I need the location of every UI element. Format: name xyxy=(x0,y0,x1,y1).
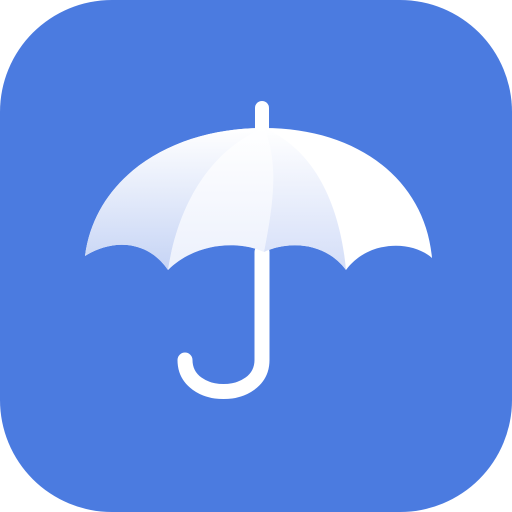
umbrella-icon xyxy=(0,0,512,512)
app-icon-tile[interactable] xyxy=(0,0,512,512)
canvas xyxy=(0,0,512,512)
